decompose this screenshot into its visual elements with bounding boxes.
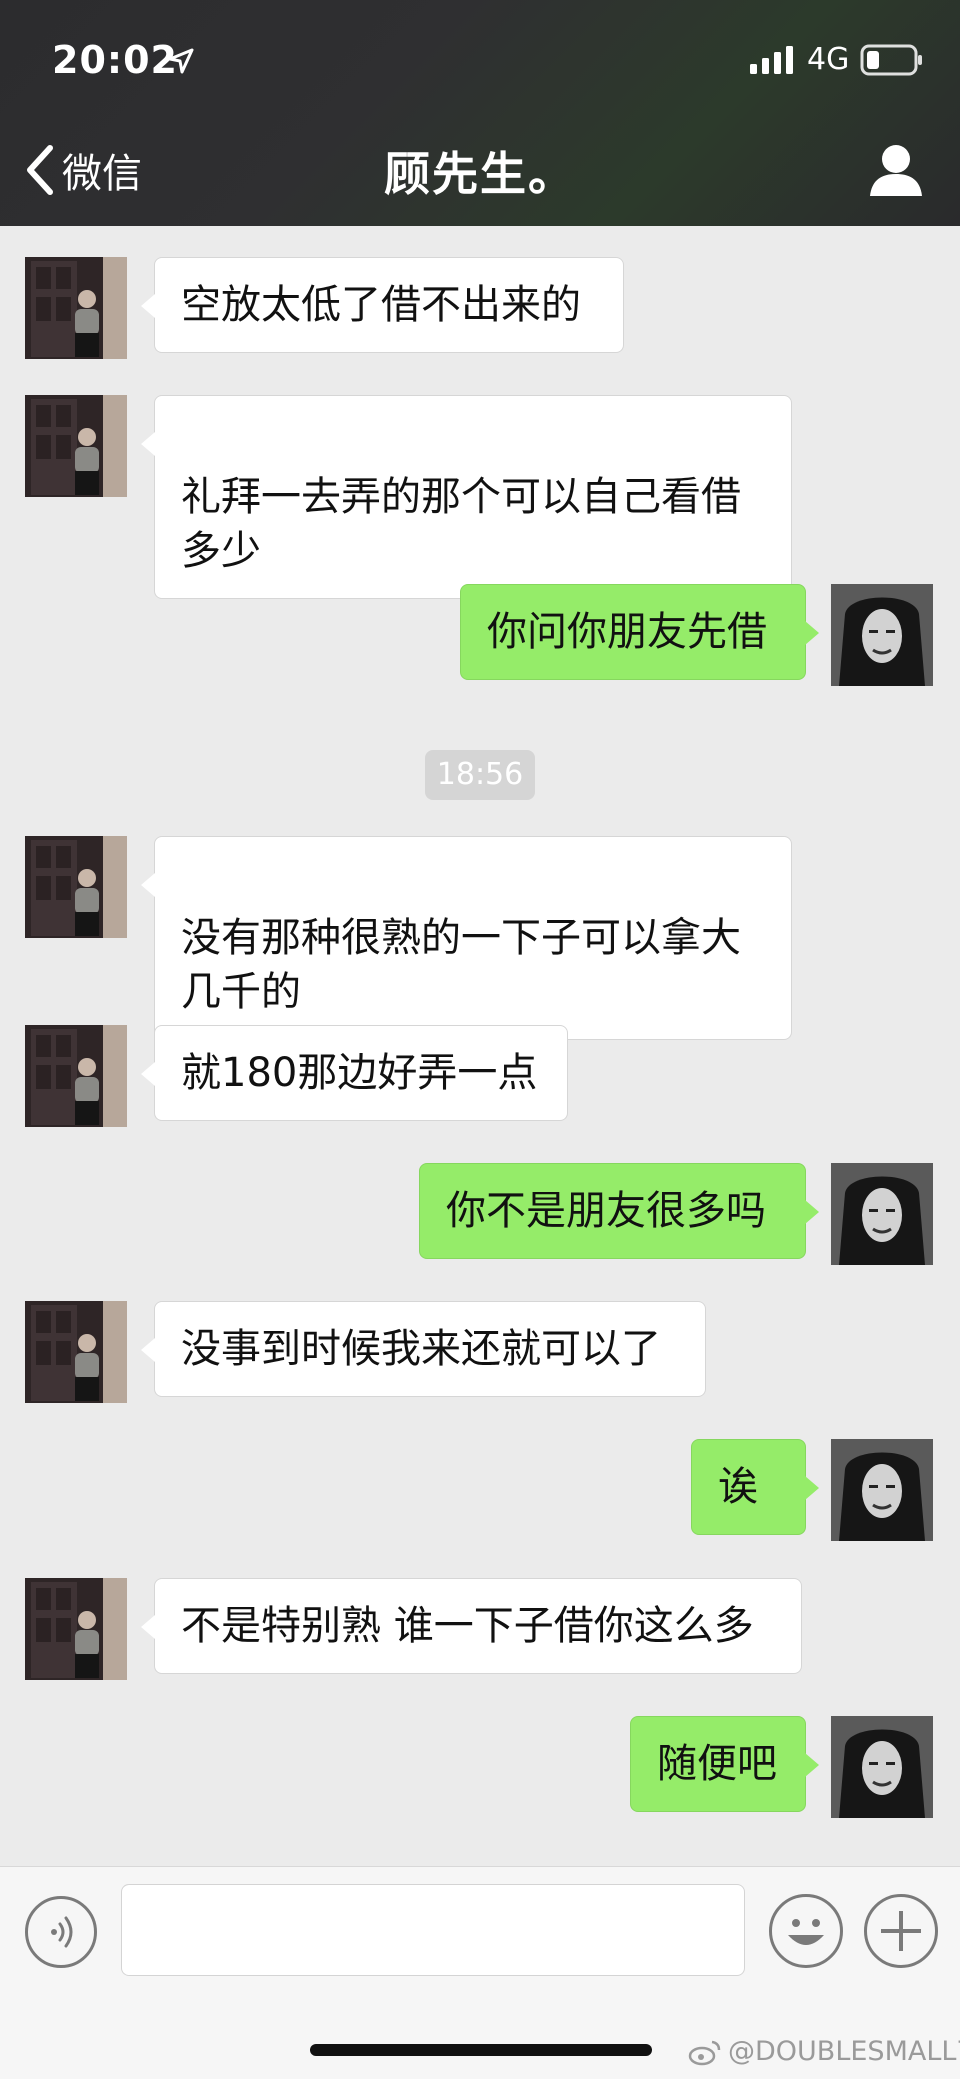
message-bubble-incoming[interactable]: 空放太低了借不出来的 (141, 257, 624, 353)
watermark-text: @DOUBLESMALL7 (728, 2036, 960, 2067)
contact-avatar[interactable] (25, 1025, 127, 1127)
contact-avatar[interactable] (25, 1301, 127, 1403)
chat-title: 顾先生。 (384, 147, 576, 201)
person-icon[interactable] (866, 142, 926, 198)
message-bubble-incoming[interactable]: 不是特别熟 谁一下子借你这么多 (141, 1578, 802, 1674)
emoji-icon (788, 1919, 824, 1945)
message-text: 随便吧 (657, 1741, 777, 1787)
contact-avatar[interactable] (25, 836, 127, 938)
weibo-logo-icon (688, 2040, 721, 2065)
contact-photo-icon (25, 1301, 127, 1403)
message-timestamp: 18:56 (425, 750, 535, 800)
message-bubble-incoming[interactable]: 没有那种很熟的一下子可以拿大 几千的 (141, 836, 792, 1040)
message-text: 礼拜一去弄的那个可以自己看借 多少 (181, 474, 741, 574)
status-time: 20:02 (52, 38, 178, 82)
plus-button[interactable] (864, 1894, 938, 1968)
battery-low-icon (860, 44, 922, 76)
user-photo-icon (831, 1439, 933, 1541)
contact-photo-icon (25, 1578, 127, 1680)
voice-button[interactable] (25, 1896, 97, 1968)
message-input[interactable] (121, 1884, 745, 1976)
home-indicator[interactable] (310, 2044, 652, 2056)
message-text: 就180那边好弄一点 (181, 1050, 538, 1096)
message-text: 没事到时候我来还就可以了 (181, 1326, 661, 1372)
user-photo-icon (831, 1716, 933, 1818)
message-text: 诶 (718, 1464, 758, 1510)
watermark: @DOUBLESMALL7 (688, 2036, 960, 2067)
message-bubble-incoming[interactable]: 没事到时候我来还就可以了 (141, 1301, 706, 1397)
my-avatar[interactable] (831, 1163, 933, 1265)
message-text: 不是特别熟 谁一下子借你这么多 (181, 1603, 754, 1649)
message-bubble-outgoing[interactable]: 你不是朋友很多吗 (419, 1163, 819, 1259)
message-text: 没有那种很熟的一下子可以拿大 几千的 (181, 915, 741, 1015)
contact-photo-icon (25, 395, 127, 497)
message-text: 你问你朋友先借 (487, 609, 767, 655)
contact-avatar[interactable] (25, 1578, 127, 1680)
signal-bars-icon (750, 46, 793, 74)
plus-icon (881, 1911, 921, 1951)
message-bubble-outgoing[interactable]: 随便吧 (630, 1716, 819, 1812)
my-avatar[interactable] (831, 1716, 933, 1818)
message-text: 空放太低了借不出来的 (181, 282, 581, 328)
user-photo-icon (831, 1163, 933, 1265)
my-avatar[interactable] (831, 1439, 933, 1541)
contact-photo-icon (25, 1025, 127, 1127)
voice-icon (51, 1916, 73, 1948)
chat-header: 20:02 4G 微信 顾先生。 (0, 0, 960, 226)
user-photo-icon (831, 584, 933, 686)
message-bubble-outgoing[interactable]: 诶 (691, 1439, 819, 1535)
message-text: 你不是朋友很多吗 (446, 1188, 766, 1234)
contact-avatar[interactable] (25, 395, 127, 497)
my-avatar[interactable] (831, 584, 933, 686)
contact-photo-icon (25, 257, 127, 359)
contact-photo-icon (25, 836, 127, 938)
message-bubble-outgoing[interactable]: 你问你朋友先借 (460, 584, 819, 680)
network-type: 4G (807, 42, 850, 77)
message-bubble-incoming[interactable]: 礼拜一去弄的那个可以自己看借 多少 (141, 395, 792, 599)
message-bubble-incoming[interactable]: 就180那边好弄一点 (141, 1025, 568, 1121)
location-arrow-icon (168, 48, 194, 74)
emoji-button[interactable] (769, 1894, 843, 1968)
contact-avatar[interactable] (25, 257, 127, 359)
